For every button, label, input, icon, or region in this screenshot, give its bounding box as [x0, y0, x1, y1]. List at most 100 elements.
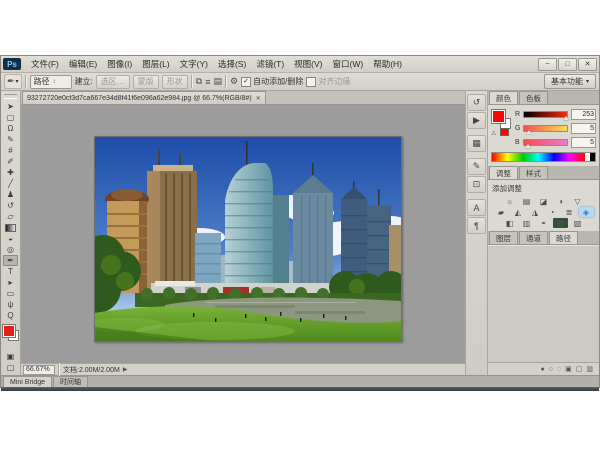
levels-icon[interactable]: ▤ [519, 196, 534, 206]
invert-icon[interactable]: ◧ [502, 218, 517, 228]
foreground-color-swatch[interactable] [3, 325, 15, 337]
menu-type[interactable]: 文字(Y) [175, 58, 213, 70]
gamut-warning-icon[interactable]: ⚠ [491, 130, 496, 137]
make-mask-button[interactable]: 蒙版 [133, 75, 159, 89]
red-value[interactable]: 253 [571, 109, 596, 120]
green-value[interactable]: 5 [571, 123, 596, 134]
tab-channels[interactable]: 通道 [519, 231, 548, 244]
posterize-icon[interactable]: ▥ [519, 218, 534, 228]
workspace-switcher-button[interactable]: 基本功能 ▾ [544, 74, 596, 89]
foreground-color-swatch[interactable] [492, 110, 505, 123]
blur-tool[interactable]: ◒ [3, 233, 18, 244]
crop-tool[interactable]: # [3, 145, 18, 156]
properties-panel-icon[interactable]: ▦ [467, 135, 486, 152]
panel-grip[interactable] [4, 94, 17, 99]
actions-panel-icon[interactable]: ▶ [467, 112, 486, 129]
document-tab[interactable]: 93272720e0cf3d7ca667e34d8f41f6e096a62e98… [22, 91, 266, 104]
blue-value[interactable]: 5 [571, 137, 596, 148]
screen-mode-button[interactable]: ▢ [3, 362, 18, 373]
menu-layer[interactable]: 图层(L) [137, 58, 174, 70]
path-arrangement-icon[interactable]: ▤ [214, 76, 223, 87]
eraser-tool[interactable]: ▱ [3, 211, 18, 222]
move-tool[interactable]: ➤ [3, 101, 18, 112]
menu-filter[interactable]: 滤镜(T) [251, 58, 289, 70]
zoom-tool[interactable]: Q [3, 310, 18, 321]
blue-slider[interactable] [523, 139, 568, 146]
color-spectrum-ramp[interactable] [491, 152, 596, 162]
tab-color[interactable]: 颜色 [489, 91, 518, 104]
stroke-path-icon[interactable]: ○ [549, 366, 553, 373]
delete-path-icon[interactable]: ▥ [586, 365, 593, 373]
eyedropper-tool[interactable]: ✐ [3, 156, 18, 167]
channel-mixer-icon[interactable]: ≣ [562, 207, 577, 217]
tab-mini-bridge[interactable]: Mini Bridge [3, 376, 52, 387]
selective-color-icon[interactable]: ▧ [570, 218, 585, 228]
hand-tool[interactable]: ψ [3, 299, 18, 310]
tool-mode-dropdown[interactable]: 路径 ↕ [30, 75, 72, 89]
menu-edit[interactable]: 编辑(E) [64, 58, 102, 70]
path-operations-icon[interactable]: ⧉ [196, 76, 202, 87]
tab-swatches[interactable]: 色板 [519, 91, 548, 104]
menu-window[interactable]: 窗口(W) [328, 58, 369, 70]
clone-stamp-tool[interactable]: ♟ [3, 189, 18, 200]
lasso-tool[interactable]: Ω [3, 123, 18, 134]
gear-icon[interactable]: ⚙ [230, 76, 238, 87]
brightness-contrast-icon[interactable]: ☼ [502, 196, 517, 206]
pen-tool[interactable]: ✒ [3, 255, 18, 266]
dodge-tool[interactable]: ◎ [3, 244, 18, 255]
history-panel-icon[interactable]: ↺ [467, 94, 486, 111]
gradient-map-icon[interactable]: ▨ [553, 218, 568, 228]
paragraph-panel-icon[interactable]: ¶ [467, 217, 486, 234]
make-selection-button[interactable]: 选区… [96, 75, 130, 89]
black-white-icon[interactable]: ◮ [528, 207, 543, 217]
clone-source-panel-icon[interactable]: ⊡ [467, 176, 486, 193]
healing-brush-tool[interactable]: ✚ [3, 167, 18, 178]
tab-adjustments[interactable]: 调整 [489, 166, 518, 179]
canvas-area[interactable] [21, 105, 465, 363]
color-lookup-icon[interactable]: ◈ [579, 207, 594, 217]
marquee-tool[interactable]: ▢ [3, 112, 18, 123]
path-alignment-icon[interactable]: ≡ [205, 77, 210, 87]
color-balance-icon[interactable]: ◭ [511, 207, 526, 217]
close-button[interactable]: ✕ [578, 58, 597, 71]
threshold-icon[interactable]: ◓ [536, 218, 551, 228]
hue-saturation-icon[interactable]: ▰ [494, 207, 509, 217]
paths-panel-content[interactable] [488, 245, 599, 362]
tab-layers[interactable]: 图层 [489, 231, 518, 244]
type-tool[interactable]: T [3, 266, 18, 277]
tab-timeline[interactable]: 时间轴 [53, 376, 88, 387]
green-slider[interactable] [523, 125, 568, 132]
fill-path-icon[interactable]: ● [540, 366, 544, 373]
tab-styles[interactable]: 样式 [519, 166, 548, 179]
foreground-background-swatches[interactable] [3, 325, 19, 341]
history-brush-tool[interactable]: ↺ [3, 200, 18, 211]
exposure-icon[interactable]: ◑ [553, 196, 568, 206]
curves-icon[interactable]: ◪ [536, 196, 551, 206]
quick-selection-tool[interactable]: ✎ [3, 134, 18, 145]
gamut-warning-swatch[interactable] [500, 128, 509, 136]
zoom-level-input[interactable]: 66.67% [23, 365, 55, 375]
close-icon[interactable]: ✕ [256, 95, 261, 102]
restore-button[interactable]: □ [558, 58, 577, 71]
new-path-icon[interactable]: ▢ [576, 365, 583, 373]
path-selection-tool[interactable]: ▸ [3, 277, 18, 288]
character-panel-icon[interactable]: A [467, 199, 486, 216]
status-arrow-icon[interactable]: ▶ [123, 366, 128, 373]
align-edges-checkbox[interactable]: 对齐边缘 [306, 76, 350, 87]
menu-select[interactable]: 选择(S) [213, 58, 251, 70]
gradient-tool[interactable] [3, 222, 18, 233]
menu-view[interactable]: 视图(V) [289, 58, 327, 70]
add-mask-icon[interactable]: ▣ [565, 365, 572, 373]
brush-tool[interactable]: ╱ [3, 178, 18, 189]
tab-paths[interactable]: 路径 [549, 231, 578, 244]
brush-panel-icon[interactable]: ✎ [467, 158, 486, 175]
red-slider[interactable] [523, 111, 568, 118]
tool-preset-picker[interactable]: ✒ ▾ [4, 74, 22, 89]
menu-help[interactable]: 帮助(H) [368, 58, 407, 70]
menu-image[interactable]: 图像(I) [102, 58, 137, 70]
vibrance-icon[interactable]: ▽ [570, 196, 585, 206]
photo-filter-icon[interactable]: ◔ [545, 207, 560, 217]
load-selection-icon[interactable]: ◌ [557, 366, 561, 373]
minimize-button[interactable]: − [538, 58, 557, 71]
quick-mask-button[interactable]: ▣ [3, 351, 18, 362]
